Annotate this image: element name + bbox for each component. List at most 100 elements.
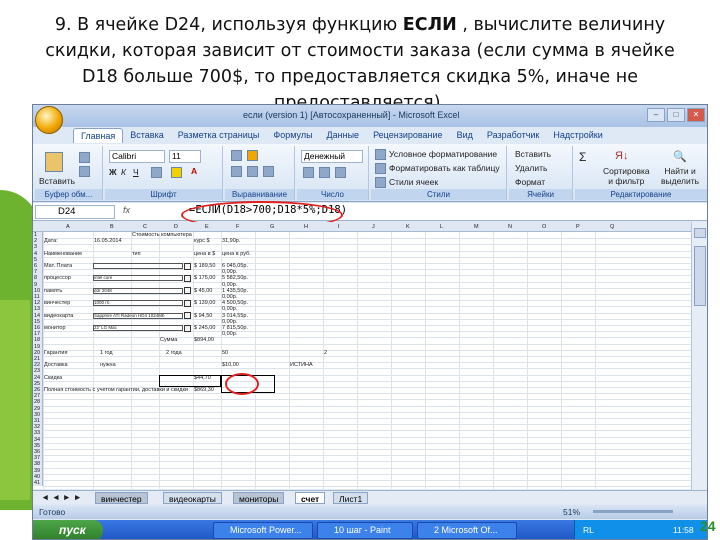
cell-header-rub[interactable]: цена в руб.	[222, 251, 251, 257]
borders-icon[interactable]	[151, 167, 162, 178]
row-header[interactable]: 30	[34, 412, 40, 418]
cell-item-label[interactable]: процессор	[44, 275, 71, 281]
tab-addins[interactable]: Надстройки	[546, 128, 609, 143]
row-header[interactable]: 41	[34, 480, 40, 486]
cell-item-label[interactable]: винчестер	[44, 300, 70, 306]
italic-icon[interactable]: К	[121, 167, 126, 177]
taskbar-item-paint[interactable]: 10 шаг - Paint	[317, 522, 413, 539]
column-header[interactable]: J	[372, 224, 375, 230]
row-header[interactable]: 39	[34, 468, 40, 474]
dropdown-icon[interactable]	[184, 324, 191, 332]
row-header[interactable]: 11	[34, 294, 40, 300]
cell-zero[interactable]: 0,00р.	[222, 319, 237, 325]
taskbar-item-powerpoint[interactable]: Microsoft Power...	[213, 522, 313, 539]
scroll-thumb[interactable]	[694, 246, 706, 306]
cell-delivery-flag[interactable]: ИСТИНА	[290, 362, 313, 368]
conditional-format-button[interactable]: Условное форматирование	[389, 149, 497, 159]
row-header[interactable]: 33	[34, 430, 40, 436]
number-format-select[interactable]: Денежный	[301, 150, 363, 163]
row-header[interactable]: 34	[34, 437, 40, 443]
dropdown-icon[interactable]	[184, 299, 191, 307]
row-header[interactable]: 36	[34, 449, 40, 455]
column-header[interactable]: H	[304, 224, 308, 230]
currency-icon[interactable]	[303, 167, 314, 178]
row-header[interactable]: 24	[34, 375, 40, 381]
row-header[interactable]: 21	[34, 356, 40, 362]
format-table-button[interactable]: Форматировать как таблицу	[389, 163, 500, 173]
sort-icon[interactable]: Я↓	[615, 150, 628, 162]
cell-delivery-value[interactable]: $10,00	[222, 362, 239, 368]
row-header[interactable]: 28	[34, 399, 40, 405]
cell-rate-value[interactable]: 31,90р.	[222, 238, 240, 244]
row-header[interactable]: 17	[34, 331, 40, 337]
paste-button[interactable]: Вставить	[39, 176, 75, 186]
bold-icon[interactable]: Ж	[109, 167, 117, 177]
row-header[interactable]: 37	[34, 455, 40, 461]
cell-item-rub[interactable]: 5 582,50р.	[222, 275, 248, 281]
find-icon[interactable]: 🔍	[673, 150, 687, 163]
cell-item-rub[interactable]: 3 014,55р.	[222, 313, 248, 319]
column-header[interactable]: E	[205, 224, 209, 230]
percent-icon[interactable]	[319, 167, 330, 178]
radio-1-year[interactable]: 1 год	[94, 350, 113, 356]
row-header[interactable]: 6	[34, 263, 37, 269]
dropdown-icon[interactable]	[184, 274, 191, 282]
cell-item-usd[interactable]: $ 245,00	[194, 325, 215, 331]
insert-cells-button[interactable]: Вставить	[515, 149, 551, 159]
row-header[interactable]: 40	[34, 474, 40, 480]
row-header[interactable]: 23	[34, 368, 40, 374]
column-header[interactable]: P	[576, 224, 580, 230]
cell-delivery[interactable]: Доставка	[44, 362, 68, 368]
cell-item-rub[interactable]: 4 500,50р.	[222, 300, 248, 306]
dropdown-icon[interactable]	[184, 287, 191, 295]
cell-item-label[interactable]: Мат. Плата	[44, 263, 72, 269]
cell-warranty-value[interactable]: 50	[222, 350, 228, 356]
merge-icon[interactable]	[263, 166, 274, 177]
fill-color-icon[interactable]	[171, 167, 182, 178]
cell-header-name[interactable]: Наименование	[44, 251, 82, 257]
cell-total-value[interactable]: $869,30	[194, 387, 214, 393]
cell-item-label[interactable]: монитор	[44, 325, 66, 331]
dropdown-icon[interactable]	[184, 262, 191, 270]
paste-icon[interactable]	[45, 152, 63, 172]
row-header[interactable]: 20	[34, 350, 40, 356]
cell-rate-label[interactable]: курс $	[194, 238, 210, 244]
row-header[interactable]: 18	[34, 337, 40, 343]
row-header[interactable]: 10	[34, 288, 40, 294]
start-button[interactable]: пуск	[33, 520, 103, 539]
column-header[interactable]: O	[542, 224, 546, 230]
row-header[interactable]: 25	[34, 381, 40, 387]
vertical-scrollbar[interactable]	[691, 222, 707, 492]
cell-item-rub[interactable]: 1 435,50р.	[222, 288, 248, 294]
maximize-icon[interactable]: □	[667, 108, 685, 122]
language-indicator[interactable]: RL	[583, 525, 594, 535]
align-left-icon[interactable]	[231, 166, 242, 177]
spreadsheet-grid[interactable]: ABCDEFGHIJKLMNOPQ 1 2 3 4 5 6 7 8 9 10 11 12 13 14 15 1…	[33, 222, 693, 489]
row-header[interactable]: 14	[34, 313, 40, 319]
row-header[interactable]: 4	[34, 251, 37, 257]
sheet-tab-gpu[interactable]: видеокарты	[163, 492, 222, 504]
cell-sum-value[interactable]: $894,00	[194, 337, 214, 343]
cell-header-price[interactable]: цена в $	[194, 251, 215, 257]
sheet-nav-icon[interactable]: ◄ ◄ ► ►	[41, 492, 82, 502]
checkbox-delivery[interactable]: нужна	[94, 362, 116, 368]
tab-formulas[interactable]: Формулы	[266, 128, 319, 143]
column-header[interactable]: N	[508, 224, 512, 230]
cell-item-usd[interactable]: $ 139,00	[194, 300, 215, 306]
minimize-icon[interactable]: –	[647, 108, 665, 122]
cell-discount[interactable]: Скидка	[44, 375, 62, 381]
column-header[interactable]: B	[110, 224, 114, 230]
cell-styles-button[interactable]: Стили ячеек	[389, 177, 438, 187]
row-header[interactable]: 13	[34, 306, 40, 312]
cell-item-label[interactable]: память	[44, 288, 62, 294]
row-header[interactable]: 22	[34, 362, 40, 368]
wrap-text-icon[interactable]	[247, 150, 258, 161]
find-select-button[interactable]: Найти и выделить	[661, 166, 699, 186]
cell-zero[interactable]: 0,00р.	[222, 294, 237, 300]
tab-page-layout[interactable]: Разметка страницы	[171, 128, 267, 143]
tab-home[interactable]: Главная	[73, 128, 124, 143]
column-header[interactable]: Q	[610, 224, 614, 230]
row-header[interactable]: 2	[34, 238, 37, 244]
row-header[interactable]: 26	[34, 387, 40, 393]
column-header[interactable]: K	[406, 224, 410, 230]
